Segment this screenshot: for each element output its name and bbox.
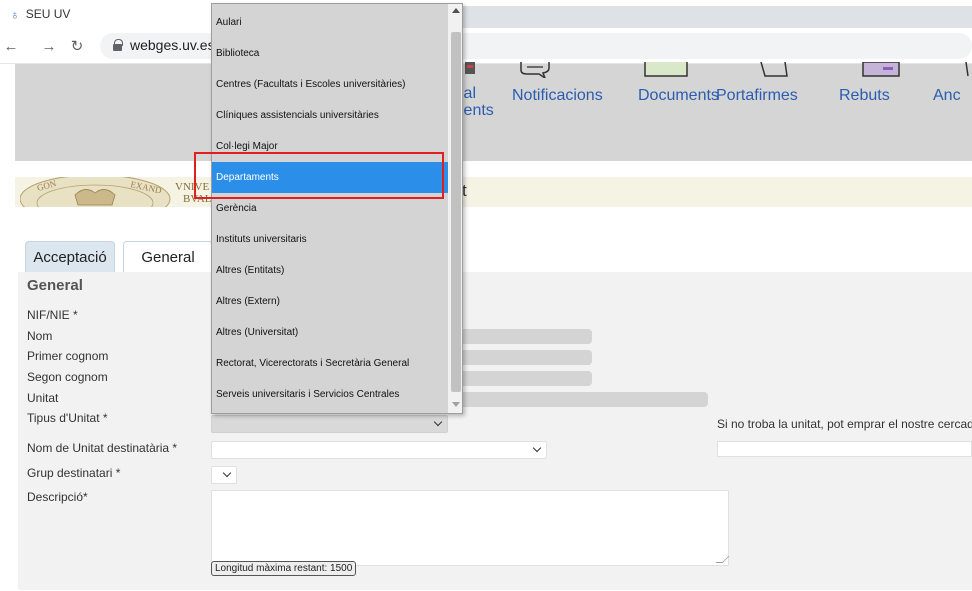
segon-cognom-field (458, 371, 592, 386)
primer-cognom-field (458, 350, 592, 365)
nom-field (458, 329, 592, 344)
section-title: General (27, 277, 83, 294)
label-descripcio: Descripció* (27, 490, 88, 504)
nav-item-partial-icon (965, 62, 969, 77)
nom-unitat-destinataria-select[interactable] (211, 441, 547, 459)
notification-bubble-icon (520, 62, 550, 78)
dropdown-option[interactable]: Clíniques assistencials universitàries (212, 100, 448, 131)
browser-toolbar: ← → ↻ webges.uv.es/ (0, 28, 972, 64)
nav-item-partial[interactable]: Anc (933, 87, 961, 105)
browser-tab-bar: ♁ SEU UV (0, 0, 972, 28)
label-unitat: Unitat (27, 391, 59, 405)
scroll-down-arrow-icon[interactable] (452, 402, 460, 407)
tab-general[interactable]: General (123, 241, 213, 272)
dropdown-option[interactable]: Altres (Extern) (212, 286, 448, 317)
dropdown-option[interactable]: Serveis universitaris i Servicios Centra… (212, 379, 448, 410)
dropdown-scrollbar-thumb[interactable] (451, 32, 461, 392)
unitat-field (458, 392, 708, 407)
unit-search-help-text: Si no troba la unitat, pot emprar el nos… (717, 417, 972, 431)
tipus-unitat-dropdown-list[interactable]: Aulari Biblioteca Centres (Facultats i E… (211, 3, 463, 414)
browser-tab[interactable]: ♁ SEU UV (0, 0, 70, 28)
label-tipus-unitat: Tipus d'Unitat * (27, 411, 108, 425)
dropdown-option[interactable]: Instituts universitaris (212, 224, 448, 255)
form-panel: General NIF/NIE * Nom Primer cognom Sego… (18, 272, 972, 590)
label-segon-cognom: Segon cognom (27, 370, 108, 384)
lock-icon (113, 39, 123, 51)
label-nif: NIF/NIE * (27, 308, 78, 322)
highlight-annotation-box (194, 152, 444, 199)
page: ♁ SEU UV ← → ↻ webges.uv.es/ ial ients N… (0, 0, 972, 591)
back-arrow-icon[interactable]: ← (2, 36, 20, 56)
dropdown-option[interactable]: Altres (Entitats) (212, 255, 448, 286)
browser-tab-strip (462, 6, 972, 28)
site-favicon-icon: ♁ (10, 6, 20, 22)
nav-item-notificacions[interactable]: Notificacions (512, 87, 603, 105)
university-logo: GON EXAND VNIVE BVAL (20, 177, 220, 207)
nav-item-icon (465, 62, 475, 74)
chevron-down-icon (222, 468, 232, 478)
dropdown-option[interactable]: Biblioteca (212, 38, 448, 69)
label-nom-unitat-destinataria: Nom de Unitat destinatària * (27, 441, 178, 455)
dropdown-option[interactable]: Aulari (212, 7, 448, 38)
dropdown-option[interactable]: Rectorat, Vicerectorats i Secretària Gen… (212, 348, 448, 379)
resize-grip-icon[interactable] (715, 556, 730, 563)
label-primer-cognom: Primer cognom (27, 349, 109, 363)
label-nom: Nom (27, 329, 53, 343)
grup-destinatari-select[interactable] (211, 466, 237, 484)
label-grup-destinatari: Grup destinatari * (27, 466, 121, 480)
university-bar: GON EXAND VNIVE BVAL t (15, 177, 972, 207)
chevron-down-icon (532, 443, 542, 453)
address-bar-url: webges.uv.es/ (130, 37, 219, 53)
nav-item-expedients[interactable]: ial ients (460, 85, 494, 119)
tipus-unitat-select[interactable] (211, 415, 448, 433)
forward-arrow-icon[interactable]: → (40, 36, 58, 56)
signature-tablet-icon (760, 62, 788, 77)
tab-acceptacio[interactable]: Acceptació (25, 241, 115, 272)
nav-item-rebuts[interactable]: Rebuts (839, 87, 890, 105)
nav-item-portafirmes[interactable]: Portafirmes (716, 87, 798, 105)
dropdown-option[interactable]: Altres (Universitat) (212, 317, 448, 348)
browser-tab-title: SEU UV (25, 7, 71, 21)
chevron-down-icon (433, 417, 443, 427)
receipts-card-icon (862, 62, 900, 77)
site-header: ial ients Notificacions Documents Portaf… (15, 62, 972, 161)
character-counter: Longitud màxima restant: 1500 (211, 561, 357, 576)
documents-folder-icon (644, 62, 688, 77)
scroll-up-arrow-icon[interactable] (452, 8, 460, 13)
descripcio-textarea[interactable] (211, 490, 730, 566)
unit-search-input[interactable] (717, 441, 972, 457)
dropdown-option[interactable]: Centres (Facultats i Escoles universitàr… (212, 69, 448, 100)
reload-icon[interactable]: ↻ (68, 36, 86, 56)
nav-item-documents[interactable]: Documents (638, 87, 719, 105)
